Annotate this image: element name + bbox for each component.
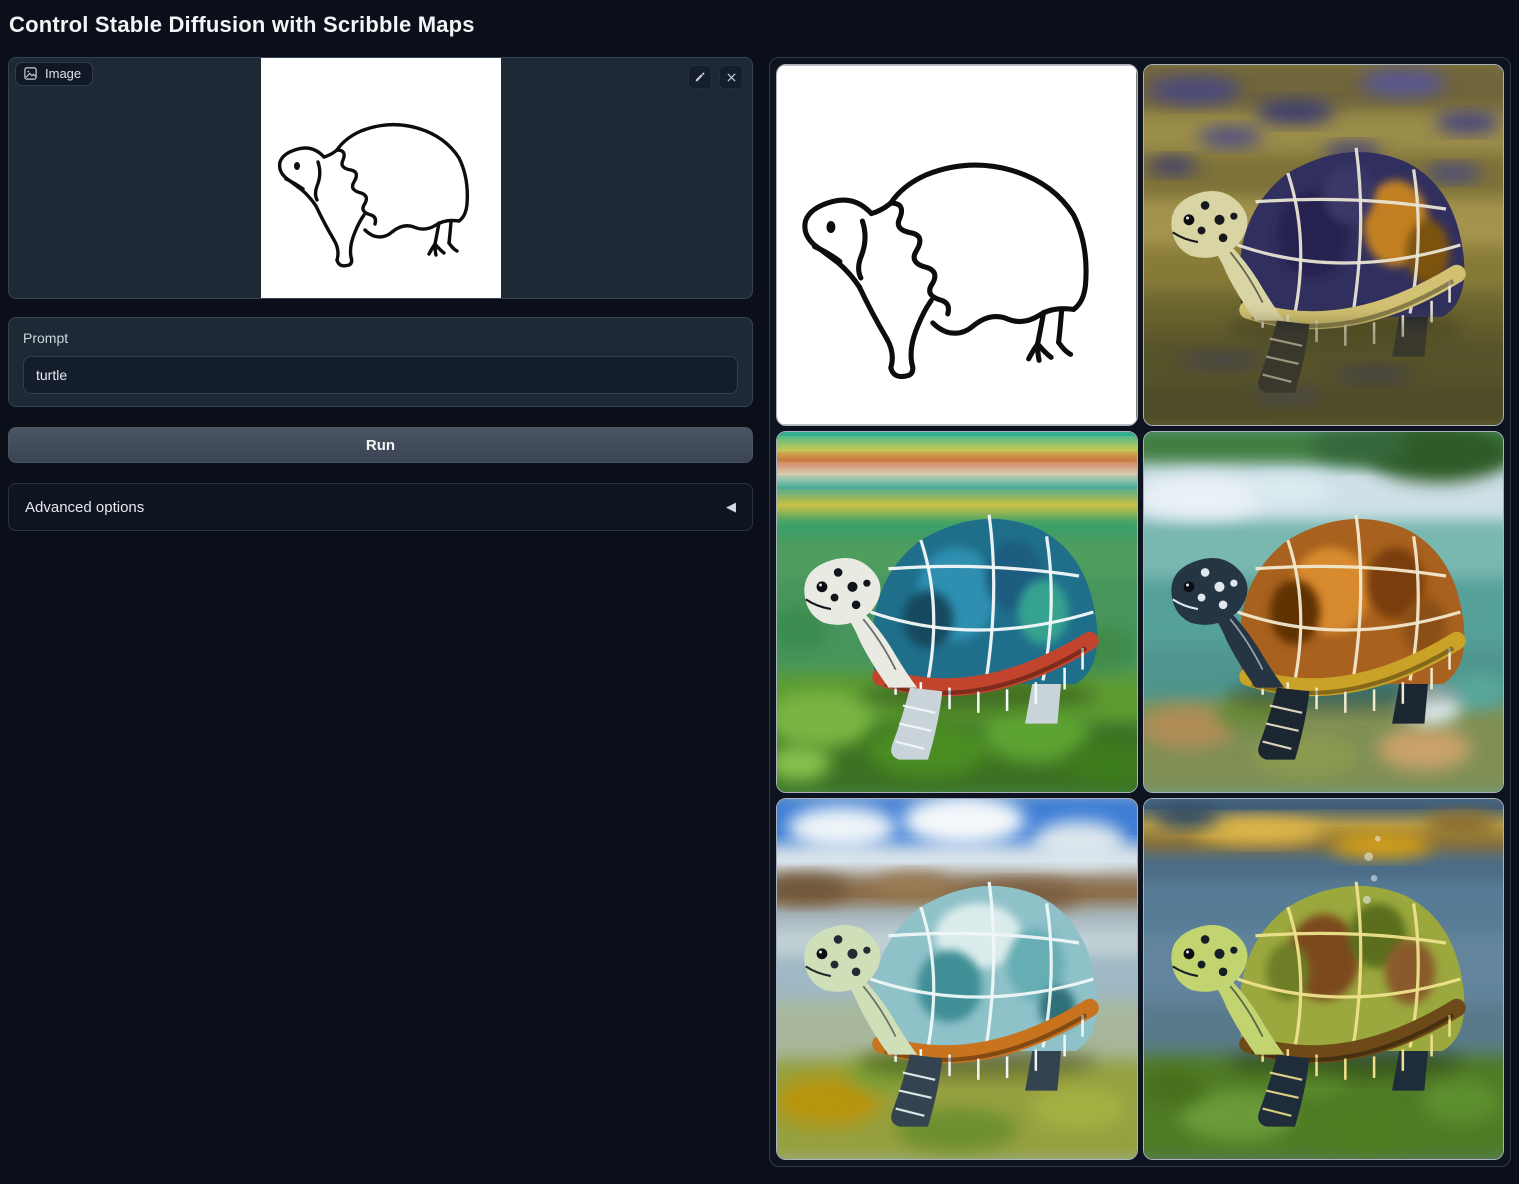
image-icon: [23, 66, 38, 81]
run-button[interactable]: Run: [8, 427, 753, 463]
advanced-options-label: Advanced options: [25, 499, 144, 516]
pencil-icon: [694, 71, 706, 83]
gallery-item-scribble-map[interactable]: [776, 64, 1138, 426]
close-icon: [726, 72, 737, 83]
prompt-label: Prompt: [23, 330, 738, 346]
generated-turtle-image: [777, 432, 1137, 792]
image-input-canvas[interactable]: [261, 58, 501, 298]
generated-turtle-image: [1144, 799, 1504, 1159]
input-column: Image Prompt Run Advanced options ◀: [8, 57, 753, 531]
gallery-item-turtle-underwater-gold[interactable]: [1143, 798, 1505, 1160]
scribble-image: [261, 58, 501, 298]
gallery-item-turtle-golden-water[interactable]: [1143, 64, 1505, 426]
image-toolbar: [688, 65, 743, 89]
image-input-panel: Image: [8, 57, 753, 299]
generated-turtle-image: [1144, 65, 1504, 425]
gallery-item-turtle-mountain-lake[interactable]: [776, 798, 1138, 1160]
clear-image-button[interactable]: [719, 65, 743, 89]
generated-turtle-image: [1144, 432, 1504, 792]
output-gallery: [769, 57, 1511, 1167]
gallery-item-turtle-vivid-underwater[interactable]: [776, 431, 1138, 793]
image-label: Image: [45, 66, 81, 81]
scribble-image: [777, 65, 1137, 425]
page-title: Control Stable Diffusion with Scribble M…: [9, 12, 475, 38]
image-label-chip: Image: [15, 62, 93, 86]
generated-turtle-image: [777, 799, 1137, 1159]
prompt-input[interactable]: [23, 356, 738, 394]
edit-image-button[interactable]: [688, 65, 712, 89]
prompt-panel: Prompt: [8, 317, 753, 407]
gallery-item-turtle-clear-stream[interactable]: [1143, 431, 1505, 793]
advanced-options-accordion[interactable]: Advanced options ◀: [8, 483, 753, 531]
triangle-left-icon: ◀: [726, 499, 736, 515]
